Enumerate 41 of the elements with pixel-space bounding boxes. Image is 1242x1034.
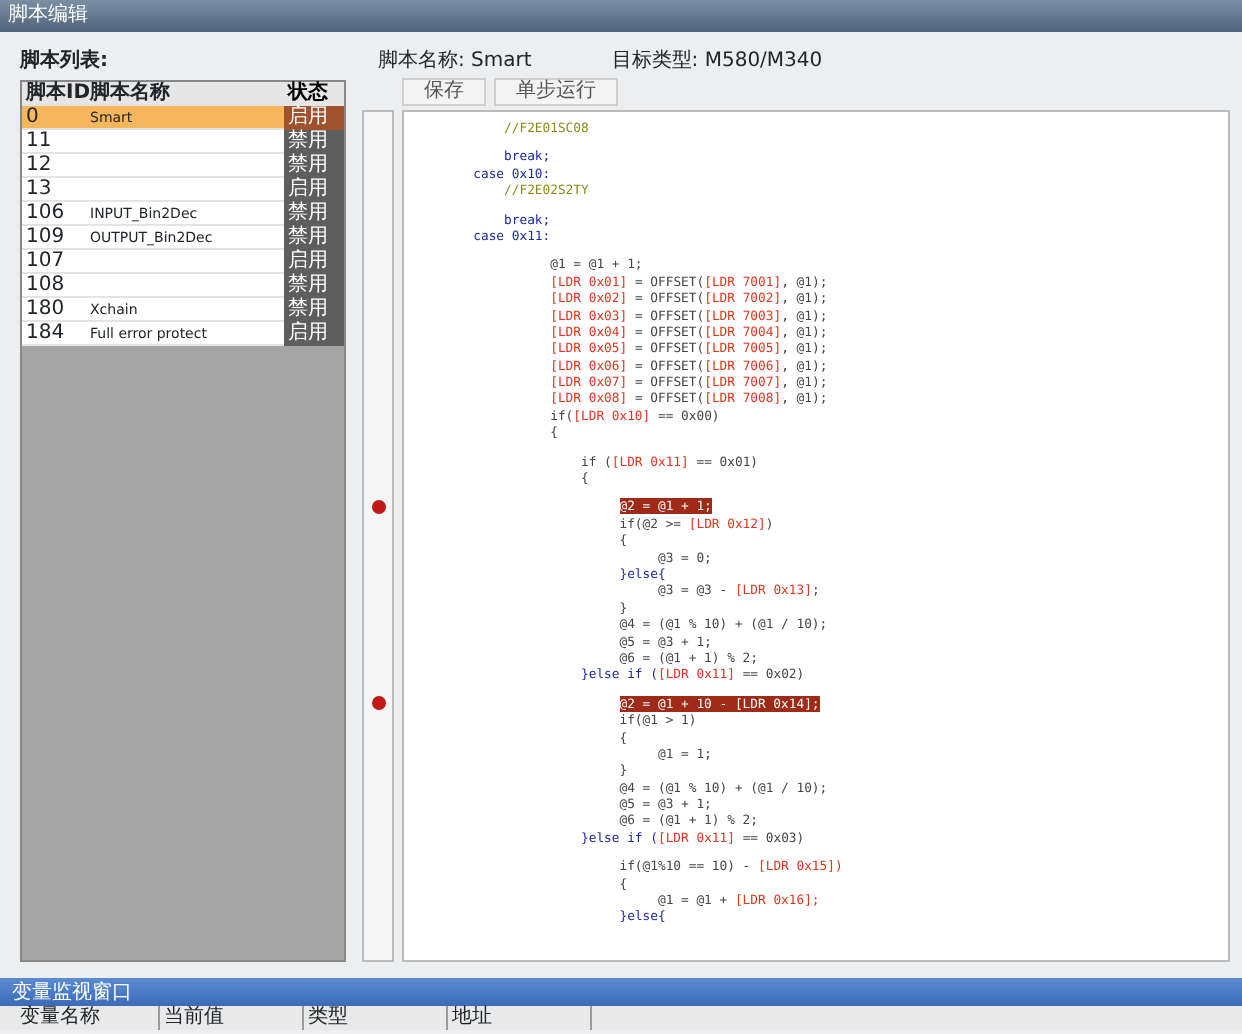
table-cell-text: 184 (24, 322, 67, 346)
table-cell-text: 109 (24, 226, 67, 250)
table-cell: 启用 (284, 250, 344, 274)
table-cell: 启用 (284, 106, 344, 130)
table-cell-text: 12 (24, 154, 54, 178)
table-cell-text: 0 (24, 106, 41, 130)
column-header: 脚本名称 (89, 82, 172, 106)
breakpoint-icon[interactable] (371, 500, 385, 515)
table-cell-text: 106 (24, 202, 67, 226)
table-cell: 禁用 (284, 226, 344, 250)
toolbar-button[interactable]: 保存 (402, 78, 486, 106)
table-cell-text: 180 (24, 298, 67, 322)
panel-title: 变量监视窗口 (12, 982, 132, 1004)
table-cell-text: 13 (24, 178, 54, 202)
script-row[interactable]: 107 启用 (22, 250, 344, 274)
table-cell: 禁用 (284, 130, 344, 154)
script-row[interactable]: 11 禁用 (22, 130, 344, 154)
table-cell: 启用 (284, 322, 344, 346)
column-header: 脚本ID (23, 82, 86, 106)
panel-title: 脚本列表: (20, 48, 110, 74)
table-cell-text: 108 (24, 274, 67, 298)
column-header: 当前值 (164, 1006, 304, 1030)
table-cell: 启用 (284, 178, 344, 202)
table-cell-text: 107 (24, 250, 67, 274)
script-name-text: 脚本名称: Smart (378, 48, 532, 74)
script-row[interactable]: 13 启用 (22, 178, 344, 202)
breakpoint-icon[interactable] (371, 696, 385, 711)
script-row[interactable]: 108 禁用 (22, 274, 344, 298)
table-cell: 禁用 (284, 298, 344, 322)
column-header: 地址 (452, 1006, 592, 1030)
target-type-text: 目标类型: M580/M340 (611, 48, 823, 74)
table-cell: 禁用 (284, 274, 344, 298)
code-editor[interactable] (402, 110, 1230, 962)
column-header: 变量名称 (20, 1006, 160, 1030)
toolbar-button[interactable]: 单步运行 (494, 78, 618, 106)
table-cell: 禁用 (284, 202, 344, 226)
window-title: 脚本编辑 (8, 4, 88, 28)
script-row[interactable]: 12 禁用 (22, 154, 344, 178)
column-header: 类型 (308, 1006, 448, 1030)
table-cell: 禁用 (284, 154, 344, 178)
table-cell-text: 11 (24, 130, 54, 154)
